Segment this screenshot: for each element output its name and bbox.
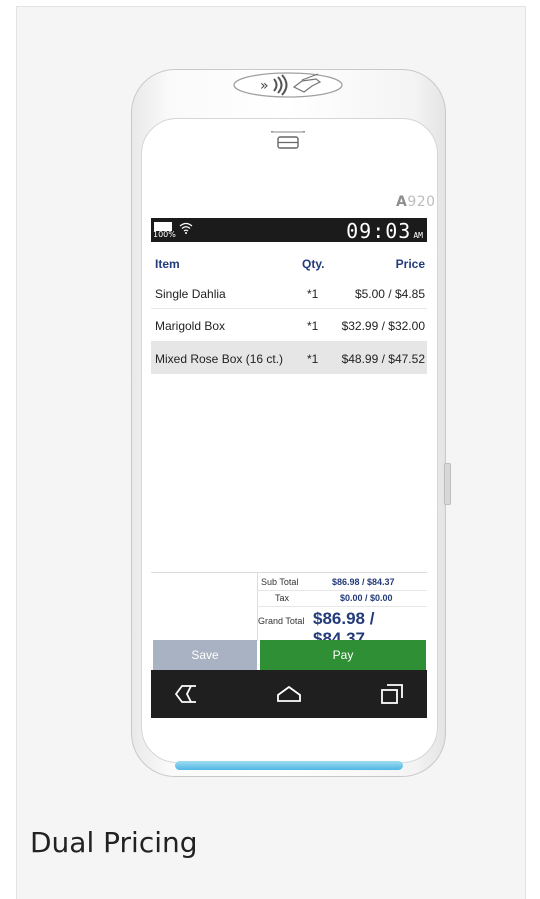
totals-panel: Sub Total $86.98 / $84.37 Tax $0.00 / $0… [151,572,427,648]
row-item: Mixed Rose Box (16 ct.) [155,352,284,366]
row-qty: *1 [307,319,319,333]
subtotal-label: Sub Total [261,577,299,587]
totals-divider [257,573,258,641]
row-price: $32.99 / $32.00 [341,319,425,333]
row-divider [151,308,427,309]
row-price: $5.00 / $4.85 [354,287,425,301]
column-header-item: Item [155,257,180,271]
save-button[interactable]: Save [153,640,257,670]
home-icon[interactable] [276,685,302,703]
recents-icon[interactable] [381,684,403,704]
row-item: Single Dahlia [155,287,226,301]
back-icon[interactable] [175,685,197,703]
table-row[interactable]: Single Dahlia *1 $5.00 / $4.85 [151,278,427,307]
model-number: 920 [407,194,436,210]
clock-time: 09:03 [346,219,412,243]
status-bar: 100% 09:03 AM [151,218,427,243]
tax-label: Tax [275,593,290,603]
row-item: Marigold Box [155,319,226,333]
subtotal-value: $86.98 / $84.37 [332,577,395,587]
totals-line [257,606,427,607]
column-header-price: Price [395,257,425,271]
tax-value: $0.00 / $0.00 [340,593,393,603]
terminal-screen: 100% 09:03 AM Item Qty. Price Single Dahl… [151,218,427,718]
grand-total-label: Grand Total [258,616,305,626]
battery-percent: 100% [153,230,176,239]
column-header-qty: Qty. [302,257,325,271]
totals-line [257,590,427,591]
camera-scanner-icon [271,131,305,149]
pay-button[interactable]: Pay [260,640,426,670]
wifi-icon [179,222,193,234]
table-row[interactable]: Marigold Box *1 $32.99 / $32.00 [151,310,427,339]
table-row-selected[interactable]: Mixed Rose Box (16 ct.) *1 $48.99 / $47.… [151,341,427,374]
device-model-label: A920 [396,194,436,210]
caption-title: Dual Pricing [30,826,198,859]
clock-ampm: AM [413,231,423,240]
side-button [444,463,451,505]
android-nav-bar [151,670,427,718]
model-prefix: A [396,194,408,210]
clock: 09:03 AM [346,219,423,243]
row-qty: *1 [307,287,319,301]
row-price: $48.99 / $47.52 [341,352,425,366]
device-light-bar [175,761,403,770]
svg-text:»: » [260,78,269,94]
nfc-contactless-icon: » [233,72,343,98]
row-qty: *1 [307,352,319,366]
